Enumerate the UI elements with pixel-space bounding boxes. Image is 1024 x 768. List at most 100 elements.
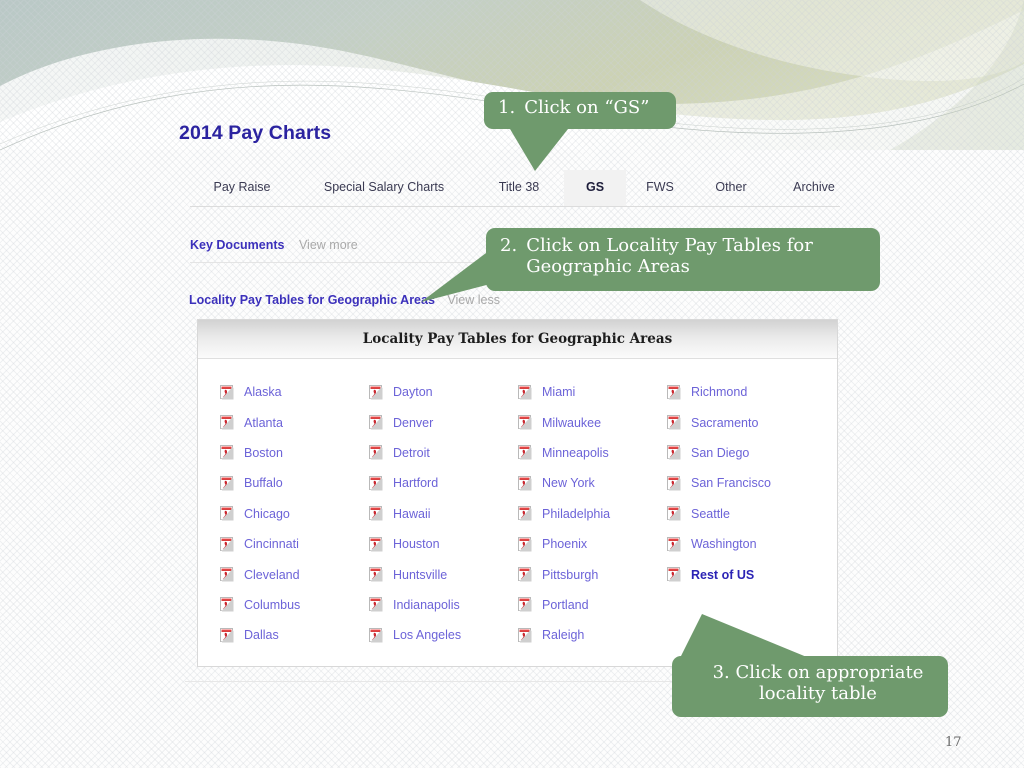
city-link-label: Hawaii — [393, 506, 431, 521]
callout-3-line-2: locality table — [759, 682, 877, 704]
city-link-miami[interactable]: Miami — [518, 377, 667, 407]
city-link-denver[interactable]: Denver — [369, 407, 518, 437]
pdf-file-icon — [518, 597, 532, 612]
city-link-huntsville[interactable]: Huntsville — [369, 559, 518, 589]
pdf-file-icon — [369, 567, 383, 582]
city-link-los-angeles[interactable]: Los Angeles — [369, 620, 518, 650]
city-link-seattle[interactable]: Seattle — [667, 499, 771, 529]
locality-pay-tables-row: Locality Pay Tables for Geographic Areas… — [189, 291, 500, 309]
tab-fws[interactable]: FWS — [626, 170, 694, 205]
city-link-label: Denver — [393, 415, 434, 430]
city-link-atlanta[interactable]: Atlanta — [220, 407, 369, 437]
callout-1-number: 1. — [498, 97, 516, 118]
callout-step-2: 2. Click on Locality Pay Tables for Geog… — [421, 228, 880, 302]
slide-number: 17 — [945, 735, 962, 750]
city-link-label: Dayton — [393, 385, 433, 400]
city-link-pittsburgh[interactable]: Pittsburgh — [518, 559, 667, 589]
callout-2-number: 2. — [500, 235, 518, 256]
pdf-file-icon — [369, 415, 383, 430]
city-link-label: Cincinnati — [244, 537, 299, 552]
tab-archive[interactable]: Archive — [768, 170, 860, 205]
tab-pay-raise[interactable]: Pay Raise — [190, 170, 294, 205]
tab-bar: Pay Raise Special Salary Charts Title 38 GS… — [190, 170, 840, 207]
key-documents-view-more[interactable]: View more — [299, 238, 358, 252]
tab-gs[interactable]: GS — [564, 170, 626, 206]
city-link-indianapolis[interactable]: Indianapolis — [369, 590, 518, 620]
city-link-boston[interactable]: Boston — [220, 438, 369, 468]
city-link-chicago[interactable]: Chicago — [220, 499, 369, 529]
slide-background: 2014 Pay Charts Pay Raise Special Salary … — [0, 0, 1024, 768]
city-link-label: Pittsburgh — [542, 567, 599, 582]
pdf-file-icon — [369, 597, 383, 612]
callout-1-box: 1. Click on “GS” — [484, 92, 676, 129]
pdf-file-icon — [369, 536, 383, 552]
pdf-file-icon — [667, 567, 681, 582]
pdf-file-icon — [220, 415, 234, 430]
city-link-label: Columbus — [244, 597, 301, 612]
pdf-file-icon — [667, 445, 681, 460]
city-link-phoenix[interactable]: Phoenix — [518, 529, 667, 559]
locality-pay-tables-link[interactable]: Locality Pay Tables for Geographic Areas — [189, 293, 435, 307]
city-link-milwaukee[interactable]: Milwaukee — [518, 407, 667, 437]
city-link-sacramento[interactable]: Sacramento — [667, 407, 771, 437]
city-column-2: Dayton Denver Detroit Hartford Hawaii Houston… — [369, 377, 518, 651]
callout-2-line-1: Click on Locality Pay Tables for — [526, 235, 813, 256]
locality-pay-tables-view-less[interactable]: View less — [447, 293, 500, 307]
city-link-richmond[interactable]: Richmond — [667, 377, 771, 407]
pdf-file-icon — [518, 627, 532, 643]
city-link-label: Minneapolis — [542, 445, 609, 460]
city-link-label: Richmond — [691, 385, 748, 400]
pdf-file-icon — [518, 506, 532, 521]
pdf-file-icon — [220, 597, 234, 612]
city-link-rest-of-us[interactable]: Rest of US — [667, 559, 771, 589]
city-link-cleveland[interactable]: Cleveland — [220, 559, 369, 589]
city-column-1: Alaska Atlanta Boston Buffalo Chicago Cincinn… — [220, 377, 369, 651]
city-link-washington[interactable]: Washington — [667, 529, 771, 559]
city-link-minneapolis[interactable]: Minneapolis — [518, 438, 667, 468]
city-link-label: Milwaukee — [542, 415, 602, 430]
city-link-label: San Francisco — [691, 476, 771, 491]
city-link-label: Raleigh — [542, 628, 585, 643]
city-link-cincinnati[interactable]: Cincinnati — [220, 529, 369, 559]
tab-special-salary-charts[interactable]: Special Salary Charts — [294, 170, 474, 205]
city-link-hawaii[interactable]: Hawaii — [369, 499, 518, 529]
city-link-dayton[interactable]: Dayton — [369, 377, 518, 407]
pdf-file-icon — [369, 445, 383, 460]
key-documents-row: Key Documents View more — [190, 236, 358, 254]
city-link-label: Dallas — [244, 628, 279, 643]
city-link-dallas[interactable]: Dallas — [220, 620, 369, 650]
city-link-label: Houston — [393, 537, 440, 552]
pdf-file-icon — [518, 536, 532, 552]
callout-3-box: 3. Click on appropriate locality table — [672, 656, 948, 717]
city-link-hartford[interactable]: Hartford — [369, 468, 518, 498]
pdf-file-icon — [518, 445, 532, 460]
callout-1-text: Click on “GS” — [524, 97, 650, 118]
key-documents-title: Key Documents — [190, 238, 285, 252]
city-link-philadelphia[interactable]: Philadelphia — [518, 499, 667, 529]
city-link-label: Seattle — [691, 506, 730, 521]
city-link-label: Philadelphia — [542, 506, 611, 521]
city-link-houston[interactable]: Houston — [369, 529, 518, 559]
city-link-san-francisco[interactable]: San Francisco — [667, 468, 771, 498]
city-link-label: New York — [542, 476, 595, 491]
city-link-detroit[interactable]: Detroit — [369, 438, 518, 468]
city-link-raleigh[interactable]: Raleigh — [518, 620, 667, 650]
city-link-new-york[interactable]: New York — [518, 468, 667, 498]
city-link-portland[interactable]: Portland — [518, 590, 667, 620]
city-link-alaska[interactable]: Alaska — [220, 377, 369, 407]
callout-2-line-2: Geographic Areas — [526, 255, 690, 277]
panel-header-title: Locality Pay Tables for Geographic Areas — [362, 331, 673, 347]
pdf-file-icon — [369, 627, 383, 643]
city-link-san-diego[interactable]: San Diego — [667, 438, 771, 468]
pdf-file-icon — [220, 475, 234, 491]
pdf-file-icon — [518, 475, 532, 491]
city-link-buffalo[interactable]: Buffalo — [220, 468, 369, 498]
pdf-file-icon — [518, 384, 532, 400]
city-column-3: Miami Milwaukee Minneapolis New York Philade… — [518, 377, 667, 651]
tab-title-38[interactable]: Title 38 — [474, 170, 564, 205]
city-link-label: Phoenix — [542, 537, 588, 552]
tab-other[interactable]: Other — [694, 170, 768, 205]
city-link-columbus[interactable]: Columbus — [220, 590, 369, 620]
pdf-file-icon — [220, 536, 234, 552]
city-link-label: Detroit — [393, 445, 430, 460]
